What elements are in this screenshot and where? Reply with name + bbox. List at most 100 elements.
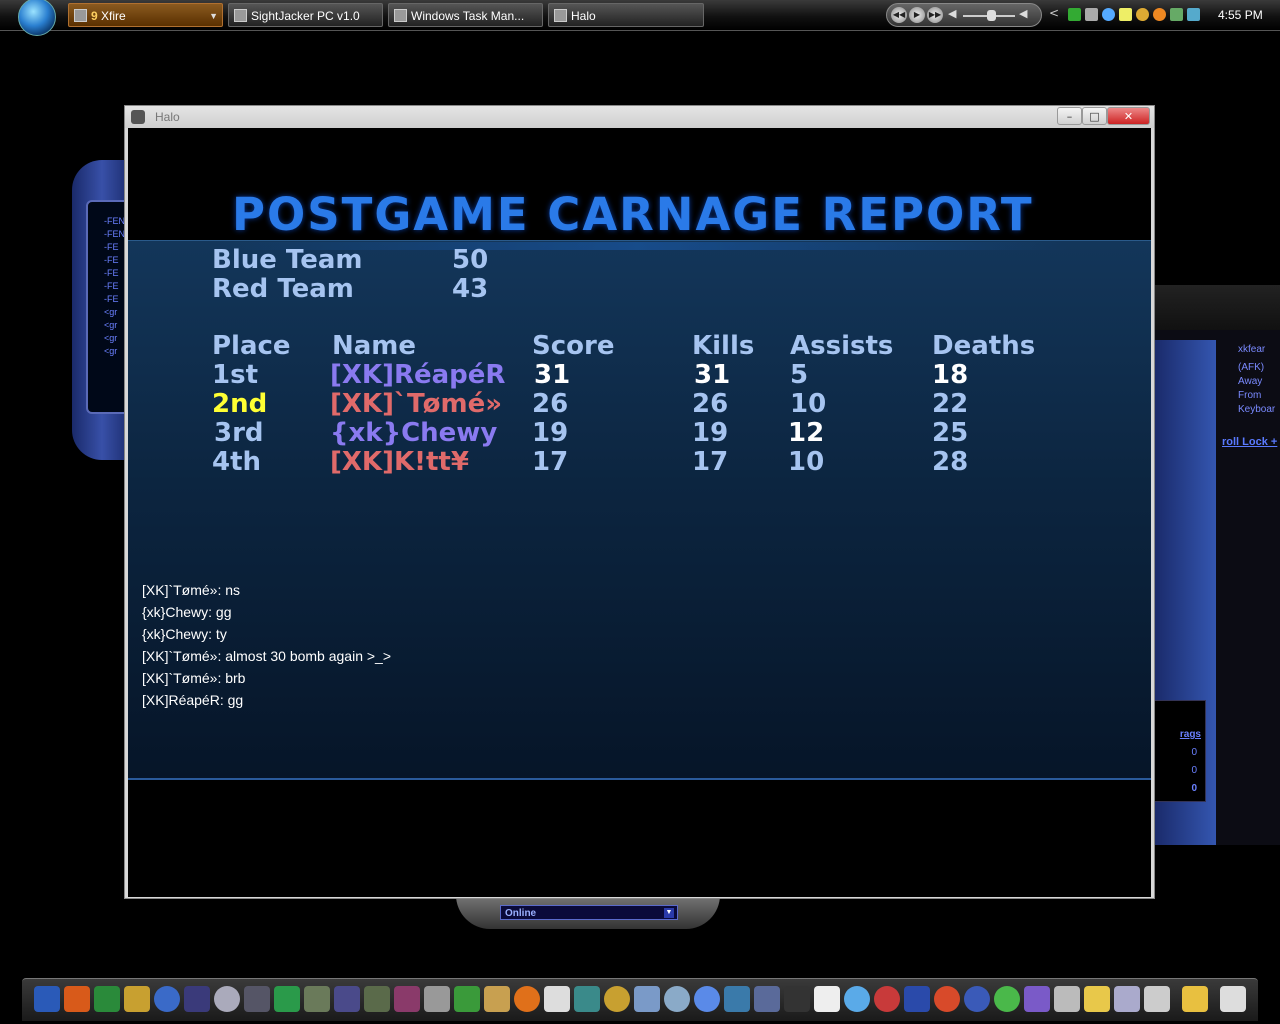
frags-header: rags bbox=[1179, 729, 1201, 740]
sphere-icon[interactable] bbox=[964, 986, 990, 1012]
itunes-icon[interactable] bbox=[694, 986, 720, 1012]
pencils-icon[interactable] bbox=[124, 986, 150, 1012]
status-select[interactable]: Online ▼ bbox=[500, 905, 678, 920]
run-icon[interactable] bbox=[1182, 986, 1208, 1012]
list-item[interactable]: -FE bbox=[104, 294, 119, 304]
covenant-icon[interactable] bbox=[334, 986, 360, 1012]
recycle-bin-icon[interactable] bbox=[1220, 986, 1246, 1012]
h-app-icon[interactable] bbox=[274, 986, 300, 1012]
tray-xfire-icon[interactable] bbox=[1102, 8, 1115, 21]
excel-icon[interactable] bbox=[94, 986, 120, 1012]
xfire-chat-window: xkfear (AFK) Away From Keyboar roll Lock… bbox=[1154, 285, 1280, 845]
column-header-name: Name bbox=[332, 331, 417, 361]
chat-bubble-icon[interactable] bbox=[664, 986, 690, 1012]
tray-globe-icon[interactable] bbox=[1136, 8, 1149, 21]
opera-icon[interactable] bbox=[934, 986, 960, 1012]
speaker-loud-icon[interactable]: ◀ bbox=[1019, 7, 1027, 20]
feather-icon[interactable] bbox=[724, 986, 750, 1012]
report-panel bbox=[128, 240, 1151, 779]
show-hidden-icons-icon[interactable]: < bbox=[1049, 6, 1059, 20]
media-player-icon[interactable] bbox=[1054, 986, 1080, 1012]
xfire-label: Xfire bbox=[101, 9, 126, 23]
game-icon[interactable] bbox=[394, 986, 420, 1012]
list-item[interactable]: -FE bbox=[104, 255, 119, 265]
chevron-down-icon[interactable]: ▼ bbox=[664, 908, 674, 918]
row-place: 2nd bbox=[212, 389, 268, 419]
row-kills: 26 bbox=[692, 389, 729, 419]
tray-messenger-icon[interactable] bbox=[1170, 8, 1183, 21]
game-viewport[interactable]: POSTGAME CARNAGE REPORT Blue Team 50 Red… bbox=[128, 128, 1151, 897]
halo-window: Halo – □ ✕ POSTGAME CARNAGE REPORT Blue … bbox=[124, 105, 1155, 899]
tray-network-icon[interactable] bbox=[1068, 8, 1081, 21]
folder-icon[interactable] bbox=[1114, 986, 1140, 1012]
helmet-icon[interactable] bbox=[214, 986, 240, 1012]
frags-value: 0 bbox=[1191, 783, 1197, 794]
taskbar-sightjacker-button[interactable]: SightJacker PC v1.0 bbox=[228, 3, 383, 27]
list-item[interactable]: -FEN bbox=[104, 216, 125, 226]
7zip-icon[interactable] bbox=[544, 986, 570, 1012]
start-button[interactable] bbox=[18, 0, 56, 36]
speaker-icon[interactable]: ◀ bbox=[948, 7, 956, 20]
teamspeak-icon[interactable] bbox=[244, 986, 270, 1012]
application-dock bbox=[22, 978, 1258, 1021]
firefox-icon[interactable] bbox=[514, 986, 540, 1012]
play-icon[interactable]: ▶ bbox=[909, 7, 925, 23]
chat-line: [XK]`Tømé»: ns bbox=[142, 582, 241, 598]
list-item[interactable]: -FE bbox=[104, 281, 119, 291]
row-player-name: [XK]RéapéR bbox=[330, 360, 506, 390]
row-kills: 19 bbox=[692, 418, 729, 448]
volume-slider-knob[interactable] bbox=[987, 10, 996, 21]
halo-titlebar[interactable]: Halo – □ ✕ bbox=[125, 106, 1154, 128]
next-track-icon[interactable]: ▶▶ bbox=[927, 7, 943, 23]
aim-icon[interactable] bbox=[874, 986, 900, 1012]
chevron-down-icon[interactable]: ▼ bbox=[209, 4, 218, 26]
tray-app-icon[interactable] bbox=[1085, 8, 1098, 21]
cube-icon[interactable] bbox=[634, 986, 660, 1012]
halo-icon[interactable] bbox=[304, 986, 330, 1012]
tray-notes-icon[interactable] bbox=[1119, 8, 1132, 21]
powerpoint-icon[interactable] bbox=[64, 986, 90, 1012]
taskbar-xfire-button[interactable]: 9 Xfire ▼ bbox=[68, 3, 223, 27]
tray-update-icon[interactable] bbox=[1187, 8, 1200, 21]
list-item[interactable]: <gr bbox=[104, 346, 117, 356]
list-item[interactable]: <gr bbox=[104, 333, 117, 343]
gameboy-icon[interactable] bbox=[1024, 986, 1050, 1012]
help-icon[interactable] bbox=[904, 986, 930, 1012]
maximize-button[interactable]: □ bbox=[1082, 107, 1107, 125]
taskbar-task-manager-button[interactable]: Windows Task Man... bbox=[388, 3, 543, 27]
taskbar-button-label: Halo bbox=[571, 9, 596, 23]
list-item[interactable]: -FEN bbox=[104, 229, 125, 239]
xfire-status-bar: Online ▼ bbox=[456, 895, 720, 929]
globe-icon[interactable] bbox=[604, 986, 630, 1012]
list-item[interactable]: <gr bbox=[104, 320, 117, 330]
minimize-button[interactable]: – bbox=[1057, 107, 1082, 125]
molecule-icon[interactable] bbox=[754, 986, 780, 1012]
snowflake-icon[interactable] bbox=[844, 986, 870, 1012]
scroll-lock-link[interactable]: roll Lock + bbox=[1222, 436, 1277, 448]
sightjacker-icon[interactable] bbox=[784, 986, 810, 1012]
list-item[interactable]: -FE bbox=[104, 268, 119, 278]
friend-name[interactable]: xkfear bbox=[1238, 344, 1265, 355]
previous-track-icon[interactable]: ◀◀ bbox=[891, 7, 907, 23]
xfire-icon[interactable] bbox=[814, 986, 840, 1012]
airplane-icon[interactable] bbox=[574, 986, 600, 1012]
search-folder-icon[interactable] bbox=[1084, 986, 1110, 1012]
google-earth-icon[interactable] bbox=[154, 986, 180, 1012]
utorrent-icon[interactable] bbox=[994, 986, 1020, 1012]
tray-security-icon[interactable] bbox=[1153, 8, 1166, 21]
xfire-friends-window: -FEN -FEN -FE -FE -FE -FE -FE <gr <gr <g… bbox=[72, 160, 132, 460]
master-chief-icon[interactable] bbox=[364, 986, 390, 1012]
close-button[interactable]: ✕ bbox=[1107, 107, 1150, 125]
halo-ce-icon[interactable] bbox=[424, 986, 450, 1012]
messenger-icon[interactable] bbox=[454, 986, 480, 1012]
clock[interactable]: 4:55 PM bbox=[1218, 8, 1263, 22]
counter-strike-icon[interactable] bbox=[484, 986, 510, 1012]
taskbar-halo-button[interactable]: Halo bbox=[548, 3, 704, 27]
row-score: 17 bbox=[532, 447, 569, 477]
after-effects-icon[interactable] bbox=[184, 986, 210, 1012]
tools-icon[interactable] bbox=[1144, 986, 1170, 1012]
list-item[interactable]: -FE bbox=[104, 242, 119, 252]
row-score: 31 bbox=[534, 360, 571, 390]
list-item[interactable]: <gr bbox=[104, 307, 117, 317]
word-icon[interactable] bbox=[34, 986, 60, 1012]
